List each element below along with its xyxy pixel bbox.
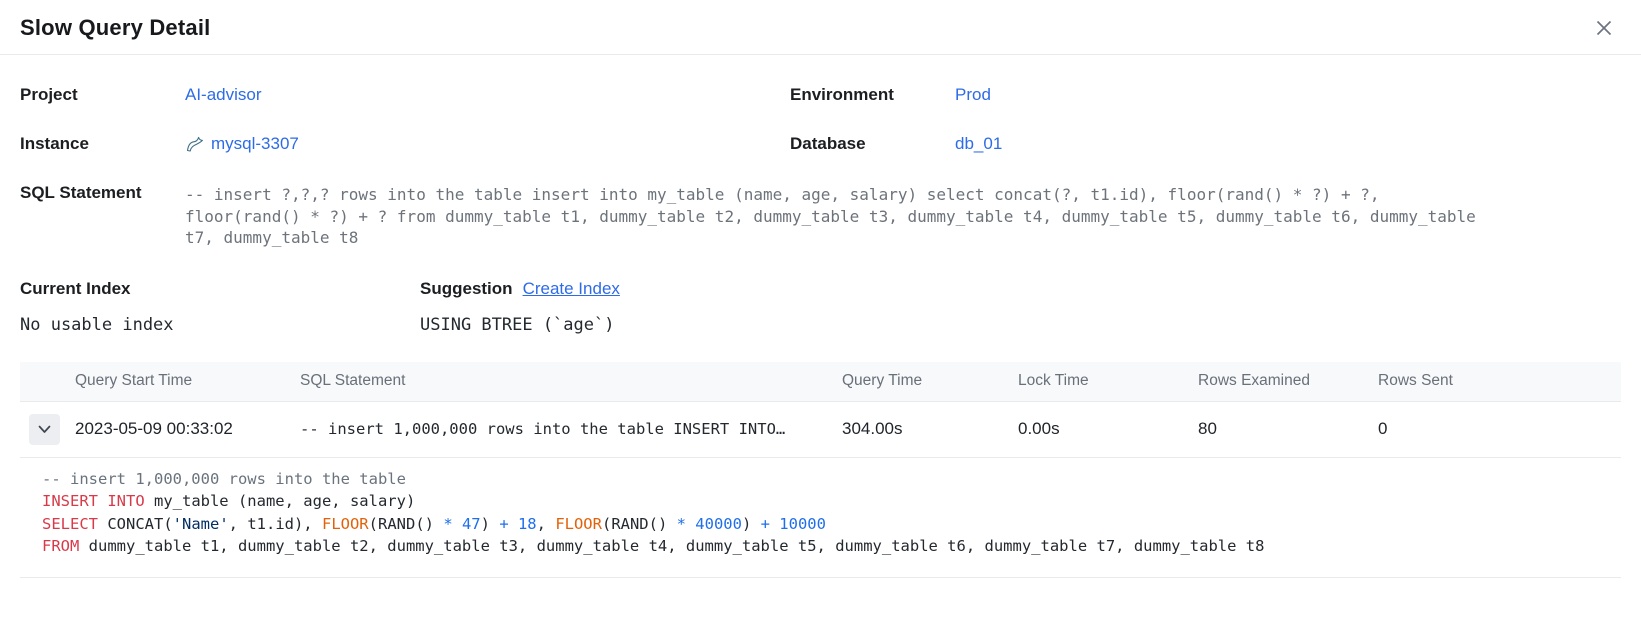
environment-label: Environment bbox=[790, 85, 955, 105]
database-label: Database bbox=[790, 134, 955, 154]
project-label: Project bbox=[20, 85, 185, 105]
chevron-down-icon bbox=[38, 425, 51, 434]
create-index-link[interactable]: Create Index bbox=[523, 279, 620, 299]
info-section: Project AI-advisor Environment Prod Inst… bbox=[0, 55, 1641, 249]
col-rows-sent: Rows Sent bbox=[1378, 372, 1621, 390]
table-row[interactable]: 2023-05-09 00:33:02 -- insert 1,000,000 … bbox=[20, 401, 1621, 457]
slow-query-table: Query Start Time SQL Statement Query Tim… bbox=[20, 362, 1621, 578]
project-link[interactable]: AI-advisor bbox=[185, 85, 262, 105]
sql-statement-label: SQL Statement bbox=[20, 183, 185, 203]
col-sql-statement: SQL Statement bbox=[300, 372, 842, 390]
col-lock-time: Lock Time bbox=[1018, 372, 1198, 390]
collapse-row-button[interactable] bbox=[29, 414, 60, 445]
col-query-start-time: Query Start Time bbox=[75, 372, 300, 390]
sql-line: SELECT CONCAT('Name', t1.id), FLOOR(RAND… bbox=[42, 513, 1601, 536]
suggestion-label: Suggestion bbox=[420, 279, 513, 299]
cell-lock-time: 0.00s bbox=[1018, 419, 1198, 439]
sql-line: -- insert 1,000,000 rows into the table bbox=[42, 468, 1601, 491]
cell-rows-examined: 80 bbox=[1198, 419, 1378, 439]
dialog-header: Slow Query Detail bbox=[0, 0, 1641, 55]
database-link[interactable]: db_01 bbox=[955, 134, 1002, 154]
cell-query-time: 304.00s bbox=[842, 419, 1018, 439]
col-rows-examined: Rows Examined bbox=[1198, 372, 1378, 390]
sql-line: FROM dummy_table t1, dummy_table t2, dum… bbox=[42, 535, 1601, 558]
environment-link[interactable]: Prod bbox=[955, 85, 991, 105]
col-query-time: Query Time bbox=[842, 372, 1018, 390]
sql-line: INSERT INTO my_table (name, age, salary) bbox=[42, 490, 1601, 513]
cell-query-start-time: 2023-05-09 00:33:02 bbox=[75, 419, 300, 439]
index-section: Current Index Suggestion Create Index No… bbox=[0, 275, 1641, 335]
table-header-row: Query Start Time SQL Statement Query Tim… bbox=[20, 362, 1621, 401]
suggestion-value: USING BTREE (`age`) bbox=[420, 315, 614, 335]
page-title: Slow Query Detail bbox=[20, 15, 210, 41]
current-index-label: Current Index bbox=[20, 279, 420, 299]
sql-statement-text: -- insert ?,?,? rows into the table inse… bbox=[185, 184, 1476, 249]
instance-label: Instance bbox=[20, 134, 185, 154]
expanded-sql: -- insert 1,000,000 rows into the tableI… bbox=[20, 457, 1621, 578]
cell-sql-statement: -- insert 1,000,000 rows into the table … bbox=[300, 420, 842, 438]
cell-rows-sent: 0 bbox=[1378, 419, 1621, 439]
close-icon[interactable] bbox=[1593, 17, 1615, 39]
instance-link[interactable]: mysql-3307 bbox=[211, 134, 299, 154]
mysql-icon bbox=[185, 134, 205, 154]
current-index-value: No usable index bbox=[20, 315, 420, 335]
